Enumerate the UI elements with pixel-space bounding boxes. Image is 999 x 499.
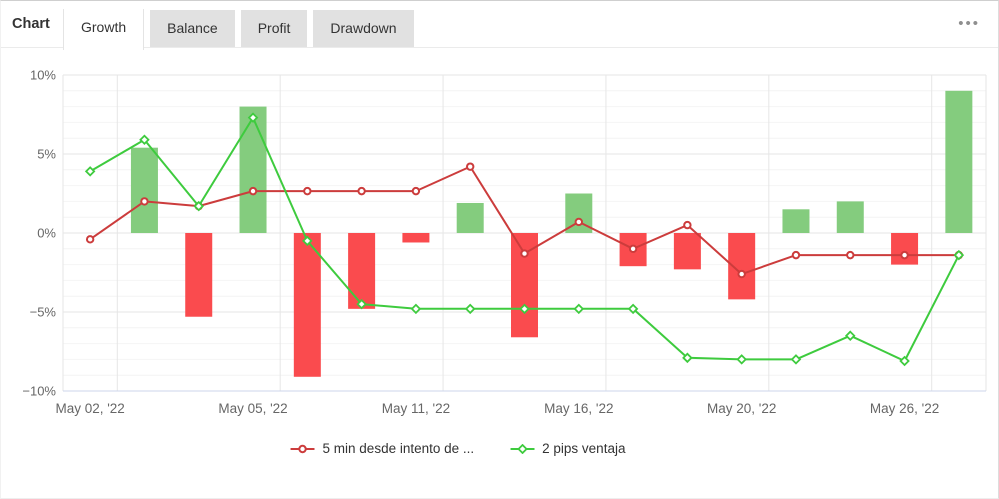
tab-balance[interactable]: Balance	[150, 10, 235, 47]
tab-growth[interactable]: Growth	[63, 9, 144, 50]
legend-item-red-line[interactable]: 5 min desde intento de ...	[291, 441, 475, 456]
circle-marker	[304, 188, 310, 194]
x-axis-labels: May 02, '22 May 05, '22 May 11, '22 May 16,…	[55, 401, 939, 416]
circle-marker	[358, 188, 364, 194]
circle-marker	[738, 271, 744, 277]
y-tick-label: −10%	[22, 384, 56, 399]
circle-marker	[793, 252, 799, 258]
x-tick-label: May 26, '22	[870, 401, 939, 416]
legend-label: 5 min desde intento de ...	[323, 441, 475, 456]
bar	[891, 233, 918, 265]
diamond-marker	[792, 355, 800, 363]
circle-marker	[467, 163, 473, 169]
circle-marker	[576, 219, 582, 225]
growth-chart: 10%5%0%−5%−10%May 02, '22May 05, '22May …	[1, 47, 999, 499]
y-tick-label: 0%	[37, 226, 56, 241]
bar	[131, 148, 158, 233]
circle-marker	[413, 188, 419, 194]
circle-marker	[901, 252, 907, 258]
chart-legend: 5 min desde intento de ... 2 pips ventaja	[291, 441, 626, 456]
bar	[294, 233, 321, 377]
circle-marker	[250, 188, 256, 194]
bar-series	[131, 91, 972, 377]
x-tick-label: May 05, '22	[218, 401, 287, 416]
diamond-marker	[86, 167, 94, 175]
ellipsis-menu-button[interactable]: •••	[952, 11, 986, 37]
tab-drawdown[interactable]: Drawdown	[313, 10, 413, 47]
circle-marker	[87, 236, 93, 242]
legend-marker-diamond-icon	[510, 444, 534, 454]
circle-marker	[141, 198, 147, 204]
ellipsis-icon: •••	[958, 15, 980, 32]
circle-marker	[847, 252, 853, 258]
chart-tabbar: Chart GrowthBalanceProfitDrawdown •••	[1, 1, 998, 48]
y-tick-label: −5%	[30, 305, 57, 320]
bar	[457, 203, 484, 233]
signal-chart-widget: Chart GrowthBalanceProfitDrawdown ••• 10…	[0, 0, 999, 499]
diamond-marker	[846, 332, 854, 340]
x-tick-label: May 20, '22	[707, 401, 776, 416]
bar	[402, 233, 429, 242]
circle-marker	[684, 222, 690, 228]
legend-label: 2 pips ventaja	[542, 441, 625, 456]
circle-marker	[521, 250, 527, 256]
legend-item-green-line[interactable]: 2 pips ventaja	[510, 441, 625, 456]
legend-marker-circle-icon	[291, 444, 315, 454]
bar	[837, 201, 864, 233]
circle-marker	[630, 246, 636, 252]
diamond-marker	[901, 357, 909, 365]
y-tick-label: 5%	[37, 147, 56, 162]
x-tick-label: May 11, '22	[382, 401, 450, 416]
bar	[674, 233, 701, 269]
chart-canvas: 10%5%0%−5%−10%May 02, '22May 05, '22May …	[1, 47, 999, 437]
bar	[945, 91, 972, 233]
bar	[782, 209, 809, 233]
bar	[240, 107, 267, 233]
y-axis-labels: 10% 5% 0% −5% −10%	[22, 68, 56, 399]
diamond-marker	[738, 355, 746, 363]
y-tick-label: 10%	[30, 68, 56, 83]
chart-tabs: GrowthBalanceProfitDrawdown	[63, 1, 420, 50]
section-label-chart: Chart	[12, 16, 50, 32]
bar	[185, 233, 212, 317]
tab-profit[interactable]: Profit	[241, 10, 308, 47]
bar	[348, 233, 375, 309]
x-tick-label: May 02, '22	[55, 401, 124, 416]
x-tick-label: May 16, '22	[544, 401, 613, 416]
